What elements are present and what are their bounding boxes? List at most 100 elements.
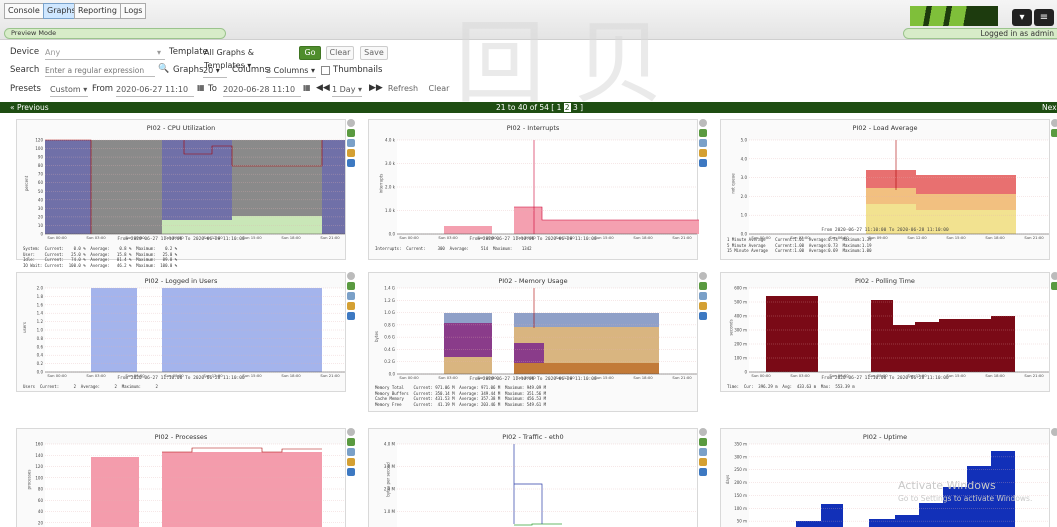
refresh-button[interactable]: Refresh — [385, 83, 421, 97]
tab-reporting[interactable]: Reporting — [74, 3, 121, 19]
properties-icon[interactable] — [347, 292, 355, 300]
properties-icon[interactable] — [347, 139, 355, 147]
calendar-icon[interactable]: ▦ — [197, 83, 205, 92]
timespan-icon[interactable] — [699, 149, 707, 157]
edit-icon[interactable] — [347, 468, 355, 476]
edit-icon[interactable] — [699, 159, 707, 167]
y-tick-label: 2.0 — [37, 286, 44, 291]
csv-icon[interactable] — [347, 282, 355, 290]
y-tick-label: 20 — [38, 214, 44, 219]
device-select[interactable]: Any ▾ — [45, 46, 165, 60]
csv-icon[interactable] — [699, 129, 707, 137]
to-input[interactable]: 2020-06-28 11:10 — [223, 83, 301, 97]
y-tick-label: 200 m — [734, 480, 747, 485]
graph-traffic-eth0[interactable]: PI02 - Traffic - eth0 bytes per second 4… — [368, 428, 698, 527]
activate-windows-title: Activate Windows — [898, 479, 996, 492]
y-tick-label: 300 m — [734, 454, 747, 459]
zoom-icon[interactable] — [1051, 428, 1057, 436]
y-tick-label: 90 — [38, 155, 44, 160]
save-button[interactable]: Save — [360, 46, 388, 60]
tab-logs[interactable]: Logs — [120, 3, 147, 19]
properties-icon[interactable] — [699, 139, 707, 147]
properties-icon[interactable] — [699, 448, 707, 456]
next-link[interactable]: Nex — [1042, 102, 1057, 113]
timespan-icon[interactable] — [699, 458, 707, 466]
graph-memory-usage[interactable]: PI02 - Memory Usage bytes 1.4 G 1.2 G 1.0 … — [368, 272, 698, 412]
tab-console[interactable]: Console — [4, 3, 44, 19]
y-tick-label: 200 m — [734, 342, 747, 347]
bookmark-icon[interactable]: ▾ — [1012, 9, 1032, 26]
page-3-link[interactable]: 3 ] — [571, 103, 583, 112]
y-tick-label: 4.0 k — [385, 138, 396, 143]
x-tick-label: Sun 12:00 — [907, 235, 927, 240]
timespan-icon[interactable] — [699, 302, 707, 310]
filter-row-device: Device Any ▾ Template All Graphs & Templa… — [0, 46, 1057, 70]
search-input[interactable] — [45, 64, 155, 77]
zoom-icon[interactable] — [699, 272, 707, 280]
zoom-icon[interactable] — [699, 428, 707, 436]
y-tick-label: 250 m — [734, 467, 747, 472]
clear-button[interactable]: Clear — [326, 46, 354, 60]
date-range: From 2020-06-27 11:10:00 To 2020-06-28 1… — [821, 376, 949, 381]
graphs-value: 20 — [203, 66, 214, 75]
template-select[interactable]: All Graphs & Templates ▾ — [204, 46, 294, 70]
csv-icon[interactable] — [699, 438, 707, 446]
zoom-icon[interactable] — [347, 119, 355, 127]
from-input[interactable]: 2020-06-27 11:10 — [116, 83, 194, 97]
csv-icon[interactable] — [347, 438, 355, 446]
filter-row-presets: Presets Custom ▾ From 2020-06-27 11:10 ▦… — [0, 83, 1057, 103]
y-tick-label: 1.0 k — [385, 208, 396, 213]
previous-link[interactable]: « Previous — [10, 102, 49, 113]
timespan-icon[interactable] — [347, 302, 355, 310]
y-tick-label: 0.2 G — [384, 359, 395, 364]
graph-cpu-utilization[interactable]: PI02 - CPU Utilization percent 120 100 90 8… — [16, 119, 346, 268]
zoom-icon[interactable] — [699, 119, 707, 127]
edit-icon[interactable] — [347, 159, 355, 167]
timespan-icon[interactable] — [347, 458, 355, 466]
y-tick-label: 0.4 G — [384, 347, 395, 352]
graph-load-average[interactable]: PI02 - Load Average not queue 5.0 4.0 3.0 2… — [720, 119, 1050, 260]
y-tick-label: 160 — [35, 442, 43, 447]
csv-icon[interactable] — [1051, 282, 1057, 290]
properties-icon[interactable] — [347, 448, 355, 456]
timespan-select[interactable]: 1 Day ▾ — [332, 83, 362, 97]
csv-icon[interactable] — [1051, 129, 1057, 137]
edit-icon[interactable] — [347, 312, 355, 320]
graphs-per-page-select[interactable]: 20 ▾ — [203, 64, 227, 78]
graph-polling-time[interactable]: PI02 - Polling Time seconds 600 m 500 m 40… — [720, 272, 1050, 392]
menu-icon[interactable]: ≡ — [1034, 9, 1054, 26]
calendar-icon[interactable]: ▦ — [303, 83, 311, 92]
y-tick-label: 3.0 M — [384, 464, 396, 469]
users-legend: Users Current: 2 Average: 2 Maximum: 2 — [23, 384, 158, 389]
search-icon[interactable]: 🔍 — [158, 64, 169, 74]
zoom-icon[interactable] — [347, 428, 355, 436]
graph-uptime[interactable]: PI02 - Uptime days 350 m 300 m 250 m 200 m1… — [720, 428, 1050, 527]
clear-dates-button[interactable]: Clear — [425, 83, 453, 97]
page-2-link[interactable]: 2 — [563, 103, 571, 112]
shift-left-icon[interactable]: ◀◀ — [316, 83, 330, 93]
presets-select[interactable]: Custom ▾ — [50, 83, 88, 97]
y-tick-label: 3.0 — [741, 175, 748, 180]
zoom-icon[interactable] — [1051, 272, 1057, 280]
y-tick-label: 0.2 — [37, 361, 44, 366]
csv-icon[interactable] — [699, 282, 707, 290]
csv-icon[interactable] — [347, 129, 355, 137]
timespan-icon[interactable] — [347, 149, 355, 157]
thumbnails-checkbox[interactable] — [321, 66, 330, 75]
columns-select[interactable]: 3 Columns ▾ — [266, 64, 316, 78]
range-text: 21 to 40 of 54 [ 1 — [496, 103, 564, 112]
graph-interrupts[interactable]: PI02 - Interrupts interrupts 4.0 k 3.0 k2… — [368, 119, 699, 260]
activate-windows-subtitle: Go to Settings to activate Windows. — [898, 494, 1033, 503]
y-tick-label: 0 — [744, 370, 747, 375]
go-button[interactable]: Go — [299, 46, 321, 60]
edit-icon[interactable] — [699, 312, 707, 320]
properties-icon[interactable] — [699, 292, 707, 300]
graph-processes[interactable]: PI02 - Processes processes 160 140 120 100 8… — [16, 428, 346, 527]
y-tick-label: 1.0 M — [384, 509, 396, 514]
edit-icon[interactable] — [699, 468, 707, 476]
graph-logged-in-users[interactable]: PI02 - Logged in Users users 2.0 1.8 1.6 1.… — [16, 272, 346, 392]
shift-right-icon[interactable]: ▶▶ — [369, 83, 383, 93]
zoom-icon[interactable] — [347, 272, 355, 280]
zoom-icon[interactable] — [1051, 119, 1057, 127]
y-tick-label: 100 m — [734, 506, 747, 511]
